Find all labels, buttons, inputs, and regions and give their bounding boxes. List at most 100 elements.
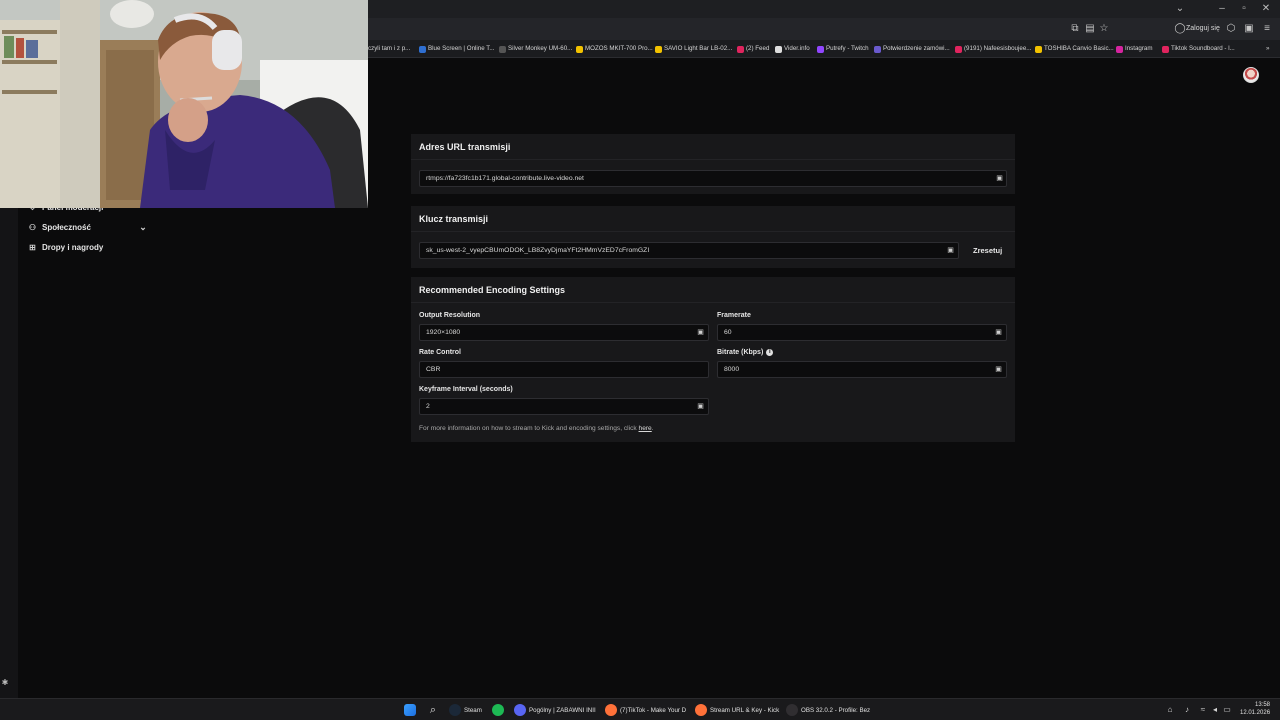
search-icon: ⌕	[429, 704, 437, 716]
taskbar-app[interactable]: Stream URL & Key - Kick	[695, 702, 779, 718]
rate-control-value: CBR	[426, 366, 441, 373]
favicon-icon	[874, 45, 881, 53]
bookmark-item[interactable]: TOSHIBA Canvio Basic...	[1035, 43, 1114, 55]
taskbar-app-label: (7)TikTok - Make Your D	[620, 706, 687, 714]
extensions-icon[interactable]: ⬡	[1224, 22, 1238, 36]
bookmark-label: Putrefy - Twitch	[826, 45, 869, 52]
bookmark-label: TOSHIBA Canvio Basic...	[1044, 45, 1114, 52]
rate-control-field[interactable]: CBR	[419, 361, 709, 378]
app-icon	[605, 704, 617, 716]
taskbar-app[interactable]: (7)TikTok - Make Your D	[605, 702, 686, 718]
bookmark-item[interactable]: (2) Feed	[737, 43, 769, 55]
keyframe-value: 2	[426, 403, 430, 410]
taskbar-app-label: Stream URL & Key - Kick	[710, 706, 780, 714]
bookmark-item[interactable]: Potwierdzenie zamówi...	[874, 43, 950, 55]
close-icon[interactable]: ✕	[1256, 2, 1276, 16]
app-icon	[492, 704, 504, 716]
windows-icon	[404, 704, 416, 716]
bookmark-item[interactable]: czyli tam i z p...	[368, 43, 410, 55]
restore-icon[interactable]: ▫	[1234, 2, 1254, 16]
bitrate-label: Bitrate (Kbps) i	[717, 349, 774, 356]
bookmark-star-icon[interactable]: ☆	[1097, 22, 1111, 36]
avatar[interactable]	[1243, 67, 1259, 83]
copy-icon[interactable]: ▣	[696, 402, 705, 411]
taskbar-app[interactable]: Pogólny | ZABAWNI INII	[514, 702, 596, 718]
bookmark-item[interactable]: (9191) Nafeesisboujee...	[955, 43, 1031, 55]
bookmark-item[interactable]: Vider.info	[775, 43, 810, 55]
chevron-down-icon[interactable]: ⌄	[138, 220, 148, 234]
bookmark-label: MOZOS MKIT-700 Pro...	[585, 45, 653, 52]
sidebar-toggle-icon[interactable]: ▣	[1242, 22, 1256, 36]
stream-key-field[interactable]: sk_us-west-2_vyepCBUmODOK_LB8ZvyDjmaYFt2…	[419, 242, 959, 259]
reader-mode-icon[interactable]: ▤	[1083, 22, 1097, 36]
here-link[interactable]: here	[639, 425, 652, 432]
webcam-overlay	[0, 0, 368, 208]
rate-control-label: Rate Control	[419, 349, 461, 356]
copy-icon[interactable]: ▣	[946, 246, 955, 255]
bookmark-item[interactable]: Silver Monkey UM-60...	[499, 43, 572, 55]
bitrate-field[interactable]: 8000 ▣	[717, 361, 1007, 378]
stream-key-value: sk_us-west-2_vyepCBUmODOK_LB8ZvyDjmaYFt2…	[426, 247, 650, 254]
bookmark-item[interactable]: MOZOS MKIT-700 Pro...	[576, 43, 653, 55]
wifi-icon[interactable]: ≈	[1198, 704, 1208, 716]
start-button[interactable]	[404, 702, 416, 718]
output-resolution-field[interactable]: 1920×1080 ▣	[419, 324, 709, 341]
sidebar-item-label: Społeczność	[42, 222, 91, 232]
reset-key-button[interactable]: Zresetuj	[973, 246, 1002, 255]
volume-icon[interactable]: ◂	[1210, 704, 1220, 716]
favicon-icon	[955, 45, 962, 53]
bookmark-label: (2) Feed	[746, 45, 770, 52]
sidebar-item-label: Dropy i nagrody	[42, 242, 104, 252]
copy-icon[interactable]: ▣	[995, 174, 1004, 183]
bitrate-label-text: Bitrate (Kbps)	[717, 349, 764, 356]
chevron-down-icon[interactable]: ⌄	[1170, 2, 1190, 16]
keyframe-field[interactable]: 2 ▣	[419, 398, 709, 415]
copy-icon[interactable]: ▣	[994, 365, 1003, 374]
copy-icon[interactable]: ▣	[696, 328, 705, 337]
screen: ⌄ – ▫ ✕ ⧉ ▤ ☆ ◯ Zaloguj się ⬡ ▣ ≡ » czyl…	[0, 0, 1280, 720]
minimize-icon[interactable]: –	[1212, 2, 1232, 16]
copy-icon[interactable]: ▣	[994, 328, 1003, 337]
install-app-icon[interactable]: ⧉	[1068, 22, 1082, 36]
bookmark-label: Silver Monkey UM-60...	[508, 45, 573, 52]
taskbar-app[interactable]: OBS 32.0.2 - Profile: Bez	[786, 702, 870, 718]
bookmark-item[interactable]: Tiktok Soundboard - l...	[1162, 43, 1235, 55]
output-resolution-label: Output Resolution	[419, 312, 481, 319]
bookmark-item[interactable]: SAVIO Light Bar LB-02...	[655, 43, 732, 55]
encoding-info-note: For more information on how to stream to…	[419, 425, 654, 432]
app-icon	[449, 704, 461, 716]
profile-icon[interactable]: ◯	[1173, 22, 1187, 36]
search-button[interactable]: ⌕	[427, 702, 439, 718]
bookmarks-overflow-icon[interactable]: »	[1266, 43, 1269, 55]
taskbar-app-label: Steam	[464, 706, 482, 714]
info-icon[interactable]: i	[766, 349, 774, 356]
favicon-icon	[775, 45, 782, 53]
sidebar-item-community[interactable]: ⚇ Społeczność ⌄	[28, 220, 147, 234]
favicon-icon	[499, 45, 506, 53]
tray-icon[interactable]: ⌂	[1165, 704, 1175, 716]
taskbar-app-label: OBS 32.0.2 - Profile: Bez	[801, 706, 871, 714]
webcam-feed-image	[0, 0, 368, 208]
favicon-icon	[655, 45, 662, 53]
bookmark-item[interactable]: Instagram	[1116, 43, 1153, 55]
framerate-field[interactable]: 60 ▣	[717, 324, 1007, 341]
clock[interactable]: 13:58 12.01.2026	[1240, 701, 1270, 717]
framerate-value: 60	[724, 329, 732, 336]
gear-icon[interactable]: ✱	[0, 678, 10, 688]
taskbar-app[interactable]	[492, 702, 504, 718]
battery-icon[interactable]: ▭	[1222, 704, 1232, 716]
app-icon	[514, 704, 526, 716]
clock-date: 12.01.2026	[1240, 710, 1271, 716]
login-button[interactable]: Zaloguj się	[1186, 22, 1220, 36]
bookmark-label: Potwierdzenie zamówi...	[883, 45, 950, 52]
bookmark-item[interactable]: Blue Screen | Online T...	[419, 43, 495, 55]
taskbar-app[interactable]: Steam	[449, 702, 482, 718]
menu-icon[interactable]: ≡	[1260, 22, 1274, 36]
sidebar-item-drops[interactable]: ⊞ Dropy i nagrody	[28, 240, 103, 254]
bookmark-item[interactable]: Putrefy - Twitch	[817, 43, 869, 55]
keyframe-label: Keyframe Interval (seconds)	[419, 386, 513, 393]
bookmark-label: SAVIO Light Bar LB-02...	[664, 45, 733, 52]
stream-url-field[interactable]: rtmps://fa723fc1b171.global-contribute.l…	[419, 170, 1007, 187]
mic-icon[interactable]: ♪	[1182, 704, 1192, 716]
bitrate-value: 8000	[724, 366, 740, 373]
